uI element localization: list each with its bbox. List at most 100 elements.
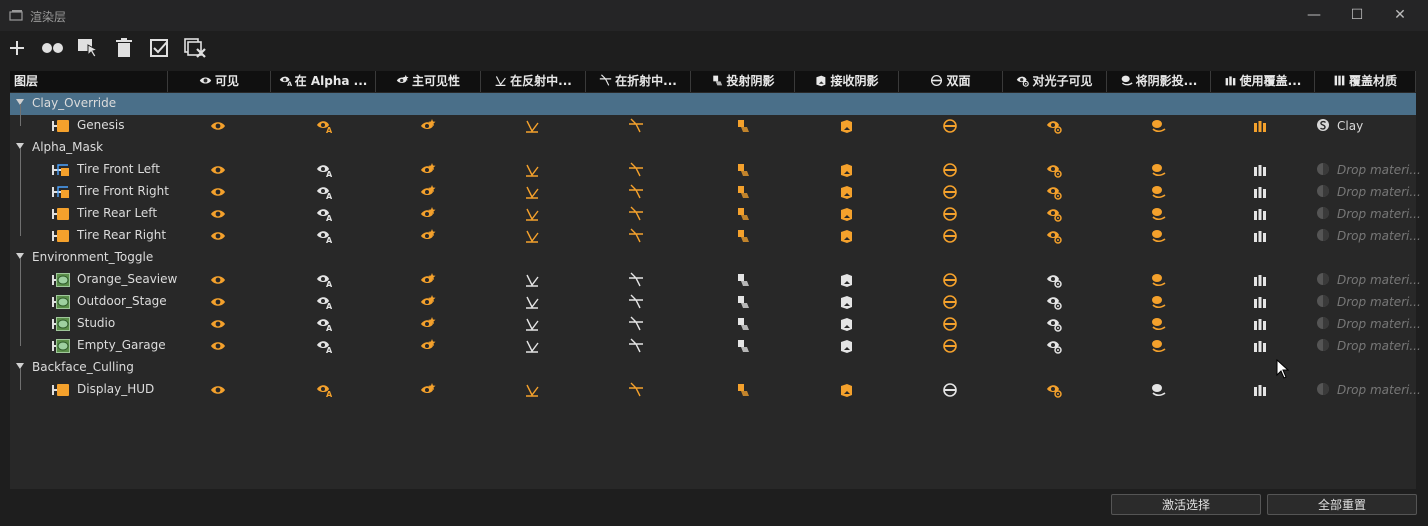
photon-visibility-icon[interactable]	[1046, 162, 1062, 178]
eye-icon[interactable]	[210, 184, 226, 200]
column-header-layer[interactable]: 图层	[10, 71, 168, 92]
eye-alpha-icon[interactable]: A	[316, 162, 333, 179]
override-icon[interactable]	[1252, 316, 1268, 332]
column-header-cast-shadow[interactable]: 投射阴影	[691, 71, 795, 92]
refraction-icon[interactable]	[628, 382, 644, 398]
eye-star-icon[interactable]	[420, 338, 436, 354]
eye-star-icon[interactable]	[420, 118, 436, 134]
reflection-icon[interactable]	[524, 382, 540, 398]
layer-row[interactable]: Orange_Seaview A Drop materi...	[10, 258, 1421, 291]
eye-icon[interactable]	[210, 118, 226, 134]
reflection-icon[interactable]	[524, 162, 540, 178]
photon-visibility-icon[interactable]	[1046, 118, 1062, 134]
activate-check-button[interactable]	[147, 36, 173, 60]
eye-star-icon[interactable]	[420, 162, 436, 178]
column-header-primary-visibility[interactable]: 主可见性	[376, 71, 481, 92]
refraction-icon[interactable]	[628, 184, 644, 200]
photon-visibility-icon[interactable]	[1046, 338, 1062, 354]
reflection-icon[interactable]	[524, 338, 540, 354]
layer-row[interactable]: Tire Rear Right A Drop materi...	[10, 214, 1421, 247]
eye-star-icon[interactable]	[420, 228, 436, 244]
override-icon[interactable]	[1252, 118, 1268, 134]
double-sided-icon[interactable]	[942, 118, 958, 134]
eye-icon[interactable]	[210, 294, 226, 310]
layer-row[interactable]: Tire Front Right A Drop materi...	[10, 170, 1421, 203]
eye-alpha-icon[interactable]: A	[316, 118, 333, 135]
receive-shadow-icon[interactable]	[838, 206, 854, 222]
eye-star-icon[interactable]	[420, 316, 436, 332]
refraction-icon[interactable]	[628, 294, 644, 310]
eye-alpha-icon[interactable]: A	[316, 228, 333, 245]
cast-shadow-icon[interactable]	[734, 228, 750, 244]
override-icon[interactable]	[1252, 272, 1268, 288]
double-sided-icon[interactable]	[942, 316, 958, 332]
shadow-caster-icon[interactable]	[1150, 118, 1166, 134]
reflection-icon[interactable]	[524, 294, 540, 310]
select-objects-button[interactable]	[75, 36, 101, 60]
eye-alpha-icon[interactable]: A	[316, 206, 333, 223]
receive-shadow-icon[interactable]	[838, 272, 854, 288]
double-sided-icon[interactable]	[942, 294, 958, 310]
eye-alpha-icon[interactable]: A	[316, 184, 333, 201]
override-material-slot[interactable]: Clay	[1337, 119, 1363, 133]
shadow-caster-icon[interactable]	[1150, 206, 1166, 222]
layer-group-row[interactable]: Alpha_Mask	[10, 137, 1416, 159]
photon-visibility-icon[interactable]	[1046, 316, 1062, 332]
eye-star-icon[interactable]	[420, 294, 436, 310]
override-icon[interactable]	[1252, 162, 1268, 178]
column-header-use-override[interactable]: 使用覆盖...	[1211, 71, 1315, 92]
eye-alpha-icon[interactable]: A	[316, 316, 333, 333]
override-icon[interactable]	[1252, 338, 1268, 354]
reflection-icon[interactable]	[524, 118, 540, 134]
layer-row[interactable]: Empty_Garage A Drop materi...	[10, 324, 1421, 357]
override-material-slot[interactable]: Drop materi...	[1337, 273, 1421, 287]
refraction-icon[interactable]	[628, 272, 644, 288]
shadow-caster-icon[interactable]	[1150, 272, 1166, 288]
receive-shadow-icon[interactable]	[838, 294, 854, 310]
shadow-caster-icon[interactable]	[1150, 294, 1166, 310]
layer-row[interactable]: Outdoor_Stage A Drop materi...	[10, 280, 1421, 313]
maximize-button[interactable]: ☐	[1337, 4, 1377, 26]
refraction-icon[interactable]	[628, 316, 644, 332]
override-icon[interactable]	[1252, 206, 1268, 222]
shadow-caster-icon[interactable]	[1150, 382, 1166, 398]
column-header-double-sided[interactable]: 双面	[899, 71, 1003, 92]
photon-visibility-icon[interactable]	[1046, 294, 1062, 310]
override-material-slot[interactable]: Drop materi...	[1337, 229, 1421, 243]
override-material-slot[interactable]: Drop materi...	[1337, 295, 1421, 309]
receive-shadow-icon[interactable]	[838, 228, 854, 244]
eye-icon[interactable]	[210, 228, 226, 244]
receive-shadow-icon[interactable]	[838, 338, 854, 354]
override-material-slot[interactable]: Drop materi...	[1337, 207, 1421, 221]
column-header-in-reflection[interactable]: 在反射中...	[481, 71, 586, 92]
remove-override-button[interactable]	[183, 36, 209, 60]
override-icon[interactable]	[1252, 294, 1268, 310]
merge-layers-button[interactable]	[39, 36, 65, 60]
add-layer-button[interactable]	[4, 36, 30, 60]
double-sided-icon[interactable]	[942, 162, 958, 178]
cast-shadow-icon[interactable]	[734, 118, 750, 134]
column-header-in-refraction[interactable]: 在折射中...	[586, 71, 691, 92]
shadow-caster-icon[interactable]	[1150, 316, 1166, 332]
eye-star-icon[interactable]	[420, 206, 436, 222]
override-icon[interactable]	[1252, 184, 1268, 200]
column-header-cast-shadow-onto[interactable]: 将阴影投...	[1107, 71, 1211, 92]
shadow-caster-icon[interactable]	[1150, 162, 1166, 178]
column-header-visible[interactable]: 可见	[168, 71, 271, 92]
eye-alpha-icon[interactable]: A	[316, 294, 333, 311]
reflection-icon[interactable]	[524, 184, 540, 200]
double-sided-icon[interactable]	[942, 228, 958, 244]
photon-visibility-icon[interactable]	[1046, 272, 1062, 288]
close-button[interactable]: ✕	[1380, 4, 1420, 26]
eye-icon[interactable]	[210, 338, 226, 354]
reflection-icon[interactable]	[524, 272, 540, 288]
layer-group-row[interactable]: Clay_Override	[10, 93, 1416, 115]
double-sided-icon[interactable]	[942, 272, 958, 288]
refraction-icon[interactable]	[628, 162, 644, 178]
reflection-icon[interactable]	[524, 316, 540, 332]
receive-shadow-icon[interactable]	[838, 118, 854, 134]
override-icon[interactable]	[1252, 228, 1268, 244]
cast-shadow-icon[interactable]	[734, 294, 750, 310]
layer-group-row[interactable]: Environment_Toggle	[10, 247, 1416, 269]
shadow-caster-icon[interactable]	[1150, 228, 1166, 244]
